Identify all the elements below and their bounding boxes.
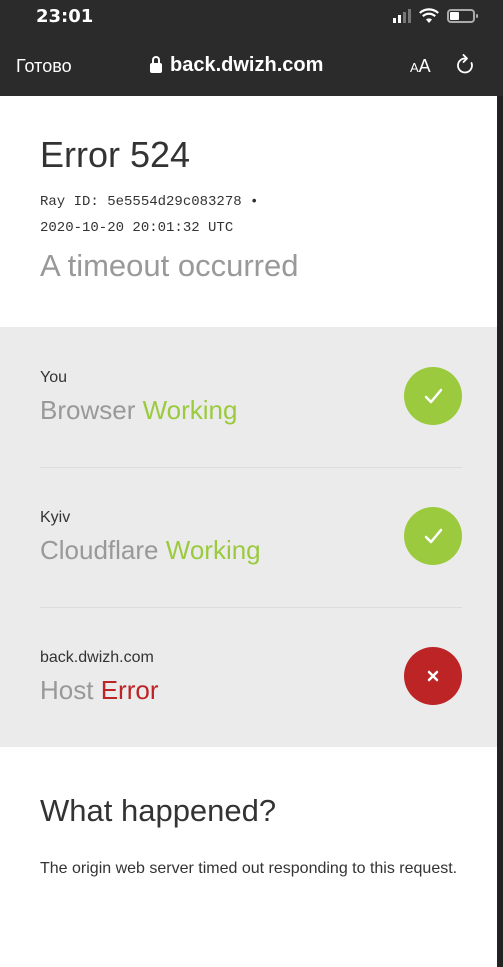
error-subtitle: A timeout occurred (40, 248, 299, 283)
done-button[interactable]: Готово (16, 56, 72, 77)
error-timestamp: 2020-10-20 20:01:32 UTC (40, 220, 234, 236)
error-x-icon (404, 647, 462, 705)
status-component: Browser Working (40, 395, 238, 425)
check-icon (404, 367, 462, 425)
status-text: Error (100, 675, 159, 705)
battery-icon (447, 9, 478, 23)
address-bar[interactable]: back.dwizh.com (150, 54, 323, 77)
row-divider (40, 607, 462, 608)
status-icons (393, 8, 478, 24)
what-happened-text: The origin web server timed out respondi… (40, 860, 458, 877)
what-happened-heading: What happened? (40, 793, 277, 828)
status-location: You (40, 369, 67, 386)
check-icon (404, 507, 462, 565)
url-text: back.dwizh.com (170, 54, 324, 76)
status-text: Working (142, 395, 238, 425)
status-time: 23:01 (36, 6, 94, 27)
status-component: Host Error (40, 675, 159, 705)
status-panel: You Browser Working Kyiv Cloudflare Work… (0, 327, 497, 747)
ray-id: Ray ID: 5e5554d29c083278 • (40, 194, 259, 210)
status-text: Working (165, 535, 261, 565)
status-location: back.dwizh.com (40, 649, 154, 666)
status-location: Kyiv (40, 509, 71, 526)
row-divider (40, 467, 462, 468)
lock-icon (150, 55, 162, 75)
status-component: Cloudflare Working (40, 535, 261, 565)
scroll-edge (497, 96, 503, 967)
signal-icon (393, 9, 411, 23)
error-title: Error 524 (40, 134, 191, 175)
browser-chrome: 23:01 Готово back.dwizh.com AA (0, 0, 503, 96)
reload-icon[interactable] (456, 54, 476, 76)
wifi-icon (419, 8, 439, 23)
text-size-button[interactable]: AA (410, 56, 431, 77)
